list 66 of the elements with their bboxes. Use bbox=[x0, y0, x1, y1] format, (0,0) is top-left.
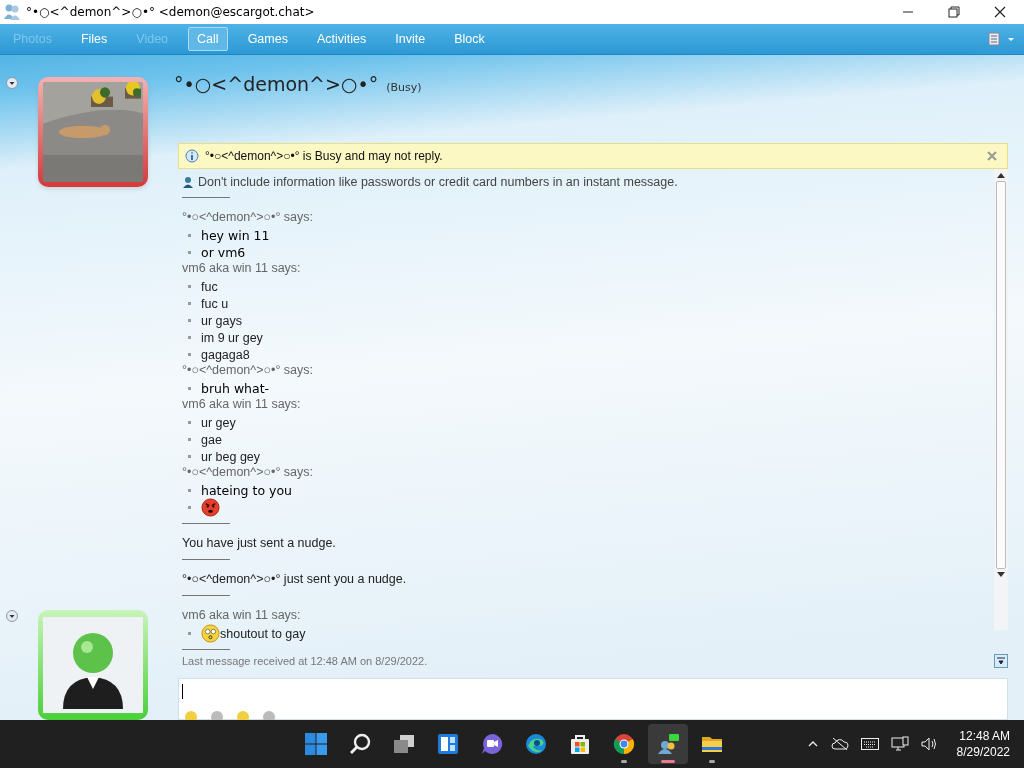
nudge-notice: You have just sent a nudge. bbox=[182, 536, 337, 552]
contact-name: °•○<^demon^>○•° bbox=[174, 73, 379, 95]
sender-label: °•○<^demon^>○•° says: bbox=[182, 363, 315, 379]
messenger-buddies-icon bbox=[656, 732, 680, 756]
windows-logo-icon bbox=[304, 732, 328, 756]
contact-status: (Busy) bbox=[386, 81, 422, 94]
message-text: hateing to you bbox=[201, 483, 292, 498]
sender-label: vm6 aka win 11 says: bbox=[182, 397, 302, 413]
message-text: or vm6 bbox=[201, 245, 246, 260]
angry-face-icon bbox=[201, 498, 220, 517]
collapse-icon[interactable] bbox=[6, 77, 18, 89]
message-text: fuc bbox=[201, 279, 218, 294]
person-icon bbox=[182, 176, 194, 188]
collapse-icon[interactable] bbox=[6, 610, 18, 622]
safety-warning: Don't include information like passwords or credit card numbers in an instant message. bbox=[198, 175, 678, 189]
close-icon[interactable] bbox=[994, 6, 1006, 18]
menu-item[interactable]: Activities bbox=[307, 27, 376, 51]
message-text: gagaga8 bbox=[201, 347, 250, 362]
browser-icon bbox=[612, 732, 636, 756]
clock[interactable]: 12:48 AM 8/29/2022 bbox=[956, 728, 1010, 760]
video-chat-icon bbox=[480, 732, 504, 756]
clock-time: 12:48 AM bbox=[959, 728, 1010, 744]
message-text: hey win 11 bbox=[201, 228, 270, 243]
menu-item[interactable]: Block bbox=[445, 27, 494, 51]
message-text: ur gey bbox=[201, 415, 236, 430]
task-view-icon bbox=[392, 732, 416, 756]
message-text: fuc u bbox=[201, 296, 229, 311]
sender-label: °•○<^demon^>○•° says: bbox=[182, 210, 315, 226]
menu-item[interactable]: Files bbox=[71, 27, 117, 51]
scroll-thumb[interactable] bbox=[996, 181, 1006, 569]
widgets-icon bbox=[436, 732, 460, 756]
last-message-status: Last message received at 12:48 AM on 8/29/2022. bbox=[182, 655, 429, 667]
message-text: gae bbox=[201, 432, 222, 447]
clock-date: 8/29/2022 bbox=[956, 744, 1010, 760]
scroll-down-icon[interactable] bbox=[997, 572, 1005, 578]
scroll-up-icon[interactable] bbox=[997, 172, 1005, 178]
message-text: im 9 ur gey bbox=[201, 330, 263, 345]
confused-face-icon bbox=[201, 624, 220, 643]
store-bag-icon bbox=[568, 732, 592, 756]
maximize-icon[interactable] bbox=[948, 6, 960, 18]
menu-options-icon[interactable] bbox=[988, 32, 1016, 46]
window-title: °•○<^demon^>○•° <demon@escargot.chat> bbox=[26, 5, 315, 19]
messenger-buddies-icon bbox=[3, 3, 21, 21]
scrollbar[interactable] bbox=[994, 169, 1008, 630]
sender-label: °•○<^demon^>○•° says: bbox=[182, 465, 315, 481]
nudge-notice: °•○<^demon^>○•° just sent you a nudge. bbox=[182, 572, 408, 588]
network-icon[interactable] bbox=[890, 736, 909, 752]
sender-label: vm6 aka win 11 says: bbox=[182, 608, 302, 624]
search-icon bbox=[348, 732, 372, 756]
sender-label: vm6 aka win 11 says: bbox=[182, 261, 302, 277]
keyboard-icon[interactable] bbox=[860, 738, 879, 750]
menu-item[interactable]: Games bbox=[238, 27, 297, 51]
message-text: ur beg gey bbox=[201, 449, 261, 464]
info-text: °•○<^demon^>○•° is Busy and may not reply. bbox=[205, 149, 443, 163]
message-input[interactable] bbox=[178, 678, 1008, 720]
message-text: bruh what- bbox=[201, 381, 270, 396]
info-icon bbox=[185, 149, 199, 163]
collapse-pane-icon[interactable] bbox=[994, 654, 1008, 668]
menu-item[interactable]: Call bbox=[188, 27, 228, 51]
browser-icon bbox=[524, 732, 548, 756]
menu-item[interactable]: Invite bbox=[386, 27, 435, 51]
taskbar-button[interactable] bbox=[648, 724, 688, 764]
message-text: ur gays bbox=[201, 313, 242, 328]
message-text: shoutout to gay bbox=[220, 626, 306, 641]
cloud-icon[interactable] bbox=[830, 737, 849, 751]
volume-icon[interactable] bbox=[920, 736, 939, 752]
